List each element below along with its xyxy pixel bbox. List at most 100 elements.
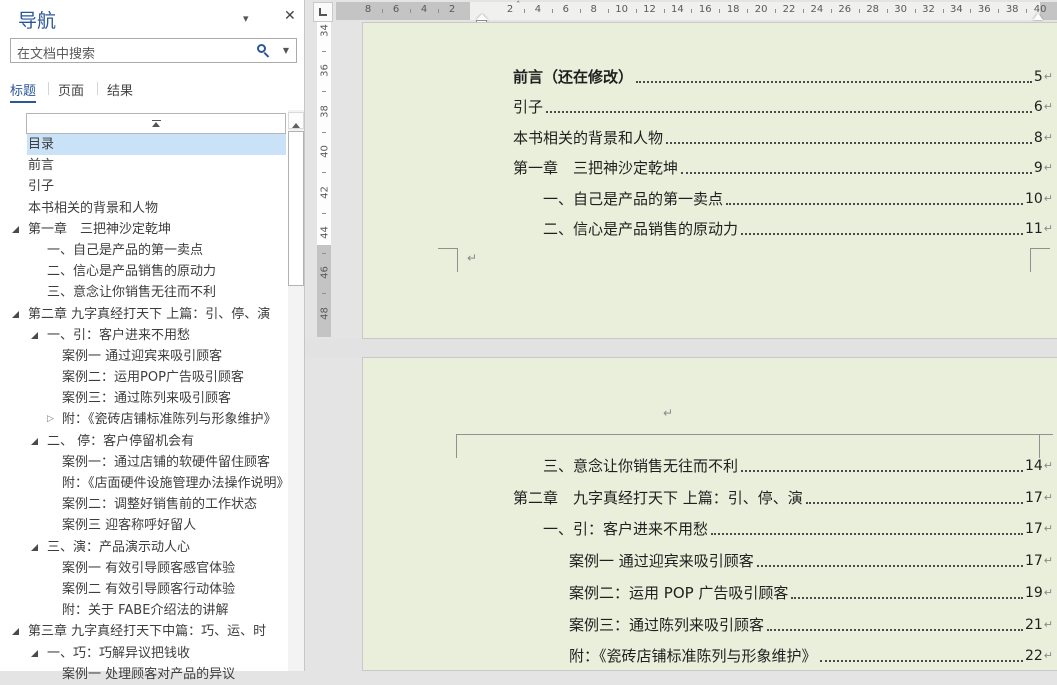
nav-heading-item[interactable]: 案例二：运用POP广告吸引顾客 [0,367,288,388]
right-indent-marker[interactable] [1033,13,1043,20]
ruler-tick [552,9,553,13]
nav-heading-item[interactable]: ▷附：《瓷砖店铺标准陈列与形象维护》 [0,409,288,430]
ruler-number: 2 [507,4,513,15]
nav-heading-item[interactable]: 案例一 处理顾客对产品的异议 [0,664,288,685]
paragraph-mark: ↵ [1044,646,1053,666]
nav-heading-item[interactable]: 三、演：产品演示动人心 [0,537,288,558]
nav-heading-item[interactable]: 案例一 有效引导顾客感官体验 [0,558,288,579]
toc-entry[interactable]: 本书相关的背景和人物8↵ [513,128,1053,148]
ruler-number: 8 [365,4,371,15]
toc-entry[interactable]: 前言（还在修改）5↵ [513,67,1053,87]
nav-heading-item[interactable]: 一、巧：巧解异议把钱收 [0,643,288,664]
expand-collapse-icon[interactable] [31,438,38,445]
toc-entry[interactable]: 引子6↵ [513,97,1053,117]
paragraph-mark: ↵ [1044,519,1053,539]
expand-collapse-icon[interactable] [31,332,38,339]
nav-heading-item[interactable]: 案例二 有效引导顾客行动体验 [0,579,288,600]
expand-collapse-icon[interactable] [12,311,19,318]
paragraph-mark: ↵ [1044,488,1053,508]
headings-scroll-top-button[interactable] [26,113,286,134]
ruler-number: 10 [615,4,628,15]
nav-heading-label: 一、引：客户进来不用愁 [47,328,190,343]
nav-heading-item[interactable]: 引子 [0,176,288,197]
expand-collapse-icon[interactable] [31,544,38,551]
tab-divider [97,82,98,95]
toc-entry[interactable]: 第一章 三把神沙定乾坤9↵ [513,158,1053,178]
toc-entry[interactable]: 案例一 通过迎宾来吸引顾客17↵ [569,551,1053,571]
toc-entry[interactable]: 一、引：客户进来不用愁17↵ [543,519,1053,539]
nav-scrollbar[interactable] [288,110,304,671]
toc-dot-leader [741,233,1023,235]
toc-entry[interactable]: 第二章 九字真经打天下 上篇：引、停、演17↵ [513,488,1053,508]
ruler-tick [747,9,748,13]
ruler-number: 38 [320,104,331,118]
toc-entry[interactable]: 二、信心是产品销售的原动力11↵ [543,219,1053,239]
toc-dot-leader [806,502,1023,504]
expand-collapse-icon[interactable] [31,650,38,657]
close-icon[interactable]: ✕ [284,8,296,24]
nav-heading-item[interactable]: 目录 [0,134,288,155]
paragraph-mark: ↵ [1044,97,1053,117]
search-icon[interactable] [257,44,270,57]
nav-heading-item[interactable]: 第三章 九字真经打天下中篇：巧、运、时 [0,621,288,642]
toc-entry[interactable]: 附：《瓷砖店铺标准陈列与形象维护》22↵ [569,646,1053,666]
tab-headings[interactable]: 标题 [10,80,36,99]
vertical-ruler[interactable]: 3436384042444648 [317,22,331,337]
nav-heading-item[interactable]: 案例三 迎客称呼好留人 [0,515,288,536]
document-page-2[interactable]: ↵ 三、意念让你销售无往而不利14↵ 第二章 九字真经打天下 上篇：引、停、演17… [362,357,1057,671]
expand-collapse-icon[interactable] [12,226,19,233]
nav-heading-item[interactable]: 三、意念让你销售无往而不利 [0,282,288,303]
ruler-number: 36 [978,4,991,15]
nav-heading-item[interactable]: 一、引：客户进来不用愁 [0,325,288,346]
nav-heading-item[interactable]: 二、 停：客户停留机会有 [0,431,288,452]
nav-scrollbar-thumb[interactable] [288,131,304,286]
ruler-number: 28 [866,4,879,15]
ruler-number: 46 [320,266,331,280]
nav-heading-item[interactable]: 二、信心是产品销售的原动力 [0,261,288,282]
document-page-1[interactable]: ↵ 前言（还在修改）5↵ 引子6↵ 本书相关的背景和人物8↵ 第一章 三把神沙定乾坤9… [362,22,1057,339]
nav-heading-label: 目录 [28,137,54,152]
expand-collapse-icon[interactable]: ▷ [47,409,54,430]
ruler-tick [438,9,439,13]
nav-heading-item[interactable]: 附：《店面硬件设施管理办法操作说明》 [0,473,288,494]
nav-heading-item[interactable]: 一、自己是产品的第一卖点 [0,240,288,261]
tab-selector-button[interactable] [313,2,333,22]
search-options-chevron-icon[interactable]: ▼ [283,46,289,55]
nav-heading-item[interactable]: 案例一 通过迎宾来吸引顾客 [0,346,288,367]
nav-heading-item[interactable]: 前言 [0,155,288,176]
toc-entry-title: 一、引：客户进来不用愁 [543,519,708,539]
ruler-number: 44 [320,226,331,240]
toc-entry[interactable]: 一、自己是产品的第一卖点10↵ [543,189,1053,209]
toc-entry[interactable]: 案例三：通过陈列来吸引顾客21↵ [569,615,1053,635]
nav-heading-item[interactable]: 本书相关的背景和人物 [0,198,288,219]
ruler-tick [915,9,916,13]
tab-results[interactable]: 结果 [107,80,133,99]
search-input[interactable]: 在文档中搜索 ▼ [10,38,297,63]
ruler-number: 30 [894,4,907,15]
ruler-tick [580,9,581,13]
nav-heading-item[interactable]: 案例一：通过店铺的软硬件留住顾客 [0,452,288,473]
toc-entry[interactable]: 案例二：运用 POP 广告吸引顾客19↵ [569,583,1053,603]
horizontal-ruler[interactable]: 8642246810121416182022242628303234363840 [336,2,1057,20]
nav-heading-item[interactable]: 第二章 九字真经打天下 上篇：引、停、演 [0,304,288,325]
expand-collapse-icon[interactable] [12,628,19,635]
nav-heading-item[interactable]: 附：关于 FABE介绍法的讲解 [0,600,288,621]
nav-heading-label: 一、巧：巧解异议把钱收 [47,646,190,661]
toc-page-number: 19 [1025,583,1043,603]
text-boundary-line [456,434,1053,435]
chevron-down-icon[interactable]: ▾ [243,12,249,25]
nav-heading-item[interactable]: 案例三：通过陈列来吸引顾客 [0,388,288,409]
toc-dot-leader [820,660,1023,662]
ruler-tick [719,9,720,13]
nav-scrollbar-up-button[interactable] [288,112,304,129]
navigation-pane-title: 导航 [18,6,56,33]
ruler-number: 22 [783,4,796,15]
paragraph-mark: ↵ [663,406,673,420]
toc-entry[interactable]: 三、意念让你销售无往而不利14↵ [543,456,1053,476]
nav-heading-label: 案例一：通过店铺的软硬件留住顾客 [62,455,270,470]
nav-heading-item[interactable]: 案例二：调整好销售前的工作状态 [0,494,288,515]
tab-pages[interactable]: 页面 [58,80,84,99]
nav-heading-item[interactable]: 第一章 三把神沙定乾坤 [0,219,288,240]
nav-heading-label: 案例二：调整好销售前的工作状态 [62,497,257,512]
paragraph-mark: ↵ [1044,615,1053,635]
